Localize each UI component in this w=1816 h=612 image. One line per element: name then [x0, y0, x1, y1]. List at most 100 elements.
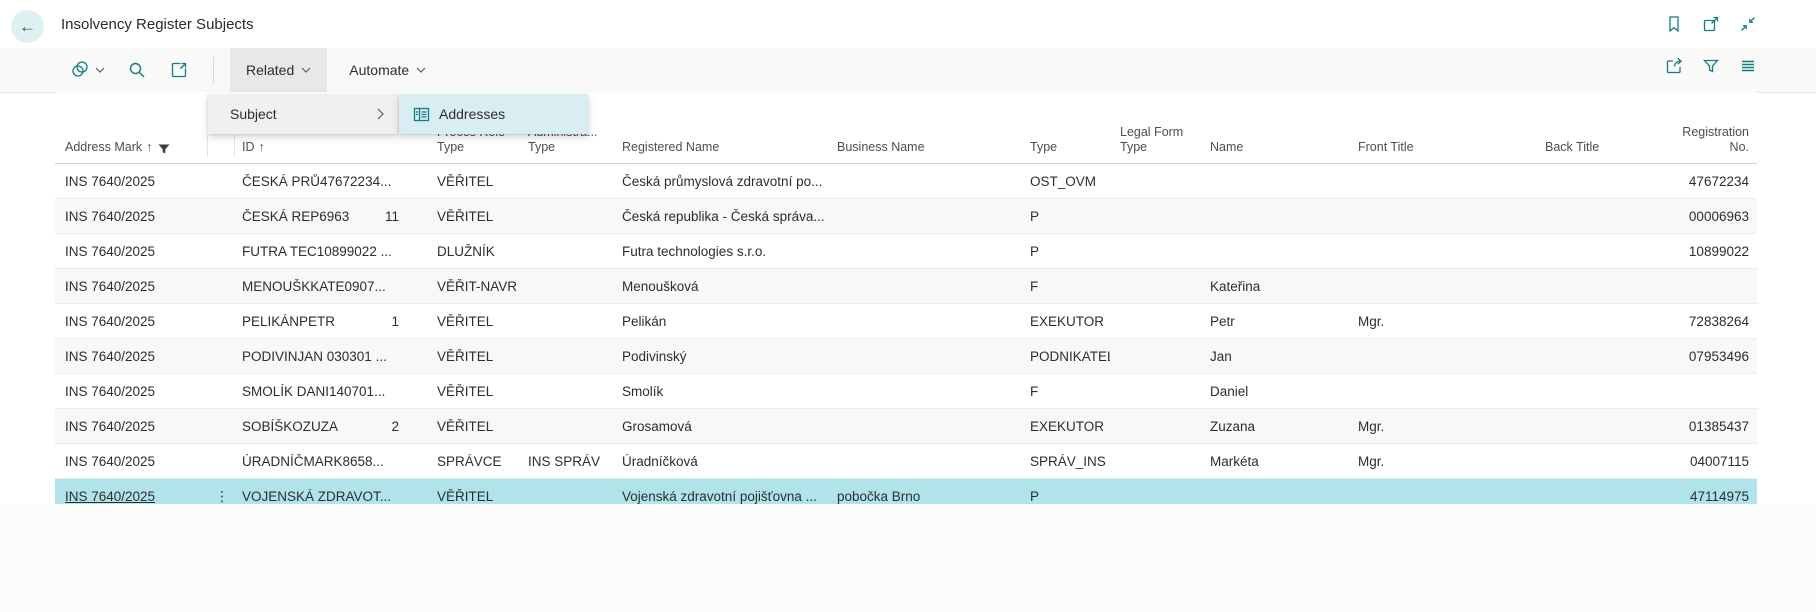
table-row[interactable]: INS 7640/2025⋮ÚRADNÍČMARK8658...SPRÁVCEI…	[55, 444, 1757, 479]
analyze-icon[interactable]	[161, 55, 197, 85]
cell-business-name: pobočka Brno	[827, 489, 1020, 504]
cell-type: P	[1020, 244, 1110, 259]
cell-registered-name: Vojenská zdravotní pojišťovna ...	[612, 489, 827, 504]
address-mark-link[interactable]: INS 7640/2025	[65, 279, 155, 294]
header-divider	[234, 135, 235, 157]
cell-registered-name: Pelikán	[612, 314, 827, 329]
action-toolbar: Related Automate	[0, 48, 1816, 93]
cell-address-mark: INS 7640/2025⋮	[55, 209, 235, 224]
insolvency-register-page: ← Insolvency Register Subjects	[0, 0, 1816, 612]
addresses-menu-label: Addresses	[439, 106, 505, 122]
id-text: MENOUŠKKATE0907...	[242, 279, 386, 294]
cell-proces-role-type: VĚŘITEL	[425, 419, 520, 434]
cell-address-mark: INS 7640/2025⋮	[55, 419, 235, 434]
search-icon[interactable]	[119, 55, 155, 85]
column-header-registration-no[interactable]: Registration No.	[1680, 92, 1757, 163]
list-options-icon[interactable]	[1737, 55, 1759, 77]
cell-registration-no: 07953496	[1680, 349, 1757, 364]
cell-address-mark: INS 7640/2025⋮	[55, 454, 235, 469]
header-divider	[207, 135, 208, 157]
open-in-new-window-icon[interactable]	[1700, 13, 1722, 35]
id-text: ÚRADNÍČMARK8658...	[242, 454, 384, 469]
bookmark-icon[interactable]	[1663, 13, 1685, 35]
address-mark-link[interactable]: INS 7640/2025	[65, 384, 155, 399]
address-mark-link[interactable]: INS 7640/2025	[65, 489, 155, 504]
automate-menu-button[interactable]: Automate	[333, 48, 442, 92]
address-mark-link[interactable]: INS 7640/2025	[65, 454, 155, 469]
column-header-business-name[interactable]: Business Name	[827, 92, 1020, 163]
table-row[interactable]: INS 7640/2025⋮SMOLÍK DANI140701...VĚŘITE…	[55, 374, 1757, 409]
address-mark-link[interactable]: INS 7640/2025	[65, 419, 155, 434]
row-context-menu-icon[interactable]: ⋮	[215, 488, 231, 505]
table-row[interactable]: INS 7640/2025⋮FUTRA TEC10899022 ...DLUŽN…	[55, 234, 1757, 269]
cell-id: PODIVINJAN 030301 ...	[235, 349, 425, 364]
share-icon[interactable]	[1663, 55, 1685, 77]
collapse-icon[interactable]	[1737, 13, 1759, 35]
cell-id: FUTRA TEC10899022 ...	[235, 244, 425, 259]
address-mark-link[interactable]: INS 7640/2025	[65, 349, 155, 364]
cell-name: Kateřina	[1200, 279, 1348, 294]
cell-proces-role-type: DLUŽNÍK	[425, 244, 520, 259]
cell-registration-no: 01385437	[1680, 419, 1757, 434]
column-header-back-title[interactable]: Back Title	[1535, 92, 1680, 163]
table-row[interactable]: INS 7640/2025⋮ČESKÁ PRŮ47672234...VĚŘITE…	[55, 164, 1757, 199]
id-text: SOBÍŠKOZUZA	[242, 419, 338, 434]
cell-id: ÚRADNÍČMARK8658...	[235, 454, 425, 469]
id-number: 2	[391, 419, 421, 434]
cell-name: Markéta	[1200, 454, 1348, 469]
table-row[interactable]: INS 7640/2025⋮SOBÍŠKOZUZA2VĚŘITELGrosamo…	[55, 409, 1757, 444]
column-header-front-title[interactable]: Front Title	[1348, 92, 1535, 163]
chevron-right-icon	[377, 108, 384, 120]
cell-type: P	[1020, 489, 1110, 504]
id-text: ČESKÁ REP6963	[242, 209, 349, 224]
column-header-name[interactable]: Name	[1200, 92, 1348, 163]
column-header-legal-form-type[interactable]: Legal Form Type	[1110, 92, 1200, 163]
back-button[interactable]: ←	[11, 10, 44, 43]
address-mark-link[interactable]: INS 7640/2025	[65, 244, 155, 259]
cell-id: VOJENSKÁ ZDRAVOT...	[235, 489, 425, 504]
related-menu-button[interactable]: Related	[230, 48, 327, 92]
related-entries-icon[interactable]	[62, 55, 113, 85]
subject-menu-label: Subject	[230, 106, 277, 122]
address-mark-link[interactable]: INS 7640/2025	[65, 314, 155, 329]
column-header-registered-name[interactable]: Registered Name	[612, 92, 827, 163]
cell-proces-role-type: VĚŘIT-NAVR	[425, 279, 520, 294]
filter-icon[interactable]	[1700, 55, 1722, 77]
cell-type: F	[1020, 384, 1110, 399]
menu-item-subject[interactable]: Subject	[208, 94, 398, 134]
id-number: 1	[391, 314, 421, 329]
cell-address-mark: INS 7640/2025⋮	[55, 349, 235, 364]
sort-ascending-icon: ↑	[259, 140, 265, 156]
address-mark-link[interactable]: INS 7640/2025	[65, 209, 155, 224]
cell-registered-name: Úradníčková	[612, 454, 827, 469]
toolbar-right	[1663, 55, 1759, 77]
cell-address-mark: INS 7640/2025 ⋮	[55, 488, 235, 505]
table-row[interactable]: INS 7640/2025⋮PODIVINJAN 030301 ...VĚŘIT…	[55, 339, 1757, 374]
menu-item-addresses[interactable]: Addresses	[399, 94, 588, 134]
cell-id: MENOUŠKKATE0907...	[235, 279, 425, 294]
titlebar-icons	[1663, 13, 1759, 35]
table-row[interactable]: INS 7640/2025⋮ČESKÁ REP696311VĚŘITELČesk…	[55, 199, 1757, 234]
table-row[interactable]: INS 7640/2025⋮PELIKÁNPETR1VĚŘITELPelikán…	[55, 304, 1757, 339]
cell-address-mark: INS 7640/2025⋮	[55, 314, 235, 329]
cell-type: EXEKUTOR	[1020, 419, 1110, 434]
id-text: FUTRA TEC10899022 ...	[242, 244, 392, 259]
table-row[interactable]: INS 7640/2025⋮MENOUŠKKATE0907...VĚŘIT-NA…	[55, 269, 1757, 304]
cell-administrator-type: INS SPRÁV	[520, 454, 612, 469]
cell-registered-name: Menoušková	[612, 279, 827, 294]
id-text: PELIKÁNPETR	[242, 314, 335, 329]
cell-proces-role-type: VĚŘITEL	[425, 384, 520, 399]
cell-proces-role-type: SPRÁVCE	[425, 454, 520, 469]
id-text: SMOLÍK DANI140701...	[242, 384, 385, 399]
chevron-down-icon	[416, 67, 426, 73]
cell-registered-name: Česká republika - Česká správa...	[612, 209, 827, 224]
cell-id: ČESKÁ PRŮ47672234...	[235, 174, 425, 189]
cell-type: F	[1020, 279, 1110, 294]
column-header-type[interactable]: Type	[1020, 92, 1110, 163]
cell-registration-no: 00006963	[1680, 209, 1757, 224]
id-text: VOJENSKÁ ZDRAVOT...	[242, 489, 391, 504]
subjects-table: Address Mark ↑ ID ↑ Proces Role Type Adm…	[55, 92, 1757, 514]
cell-id: SMOLÍK DANI140701...	[235, 384, 425, 399]
address-mark-link[interactable]: INS 7640/2025	[65, 174, 155, 189]
filter-applied-icon	[158, 143, 170, 155]
